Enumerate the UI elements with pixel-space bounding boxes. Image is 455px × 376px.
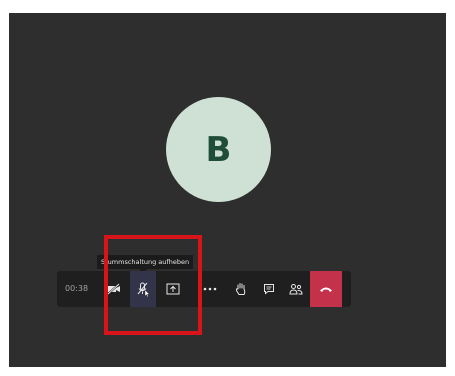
people-icon [289,284,303,295]
phone-hangup-icon [320,287,332,292]
call-toolbar: 00:38 [57,271,351,307]
participants-button[interactable] [283,271,309,307]
highlight-box [104,235,202,335]
hang-up-button[interactable] [310,271,342,307]
more-icon [203,287,217,291]
avatar-initial: B [205,129,232,170]
participant-avatar: B [166,97,271,202]
call-stage: B Stummschaltung aufheben 00:38 [9,13,446,367]
raise-hand-button[interactable] [228,271,254,307]
call-timer: 00:38 [65,284,89,293]
chat-icon [264,284,274,295]
chat-button[interactable] [256,271,282,307]
hand-icon [235,283,246,295]
